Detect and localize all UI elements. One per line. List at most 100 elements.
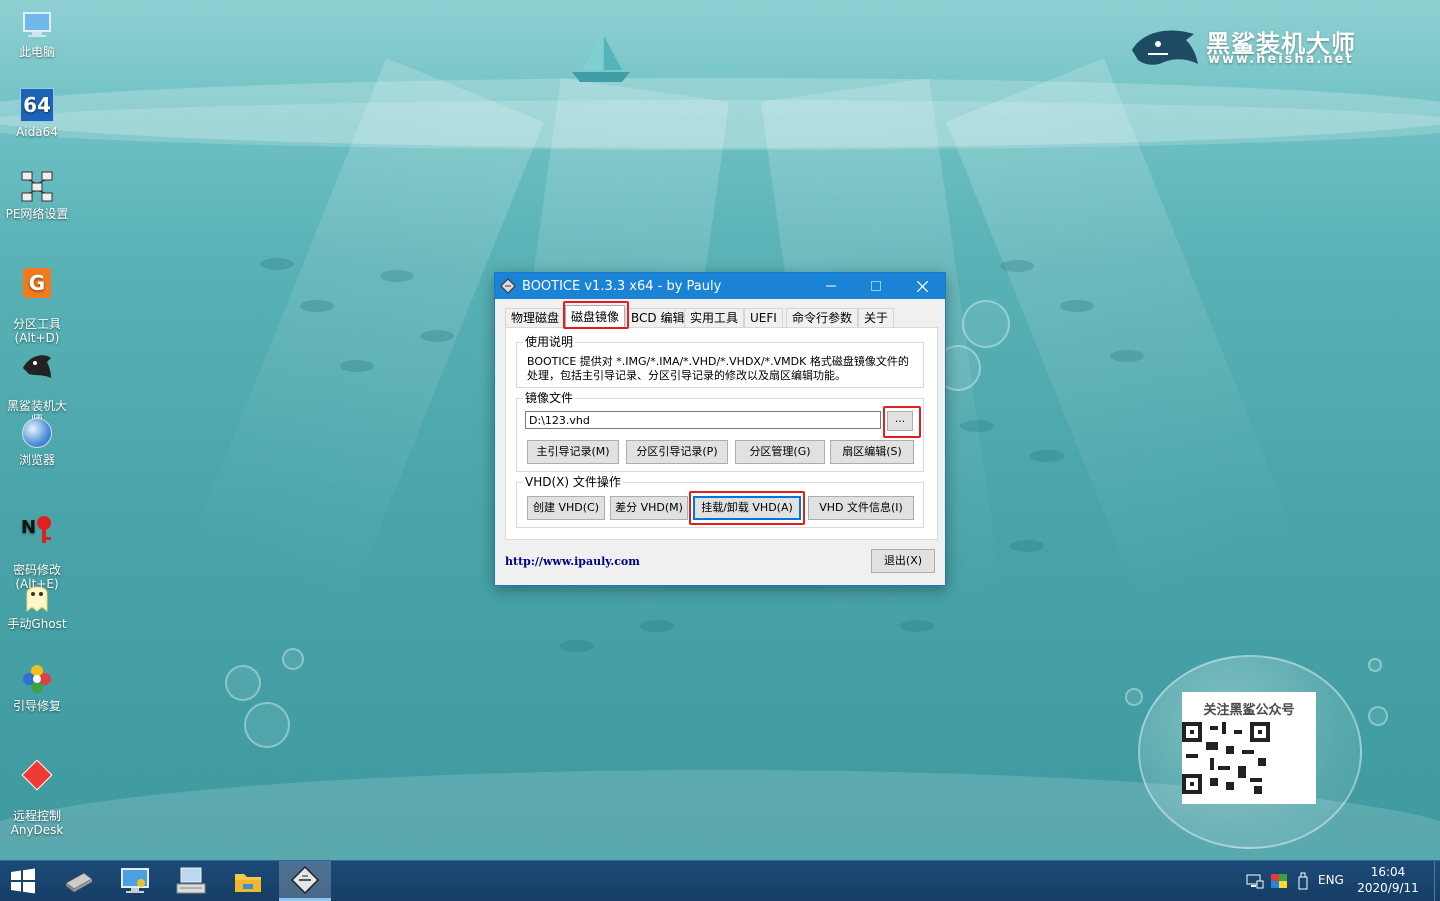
folder-icon [235, 874, 261, 892]
maximize-button[interactable] [853, 273, 899, 299]
bootice-taskbar-icon [290, 865, 320, 894]
minimize-icon [826, 285, 836, 287]
usage-description: BOOTICE 提供对 *.IMG/*.IMA/*.VHD/*.VHDX/*.V… [527, 355, 909, 382]
close-button[interactable] [899, 273, 945, 299]
fish-decoration [380, 270, 414, 282]
bubble-decoration [225, 665, 261, 701]
usb-drive-tray-icon[interactable] [1294, 872, 1312, 890]
browser-icon [20, 416, 54, 450]
fish-decoration [300, 300, 334, 312]
tab-bcd-edit[interactable]: BCD 编辑 [625, 308, 691, 328]
mount-highlight-box [689, 491, 805, 525]
taskbar-explorer-app[interactable] [222, 861, 274, 901]
bootice-window[interactable]: BOOTICE v1.3.3 x64 - by Pauly 物理磁盘 磁盘镜像 … [494, 272, 946, 586]
fish-decoration [560, 640, 594, 652]
bubble-decoration [962, 300, 1010, 348]
disk-image-panel: 使用说明 BOOTICE 提供对 *.IMG/*.IMA/*.VHD/*.VHD… [505, 327, 938, 540]
desktop-icon-boot-repair[interactable]: 引导修复 [2, 662, 72, 713]
clock[interactable]: 16:04 2020/9/11 [1356, 864, 1420, 896]
taskbar-keyboard-app[interactable] [165, 861, 217, 901]
boot-repair-icon [20, 662, 54, 696]
color-tray-icon[interactable] [1270, 872, 1288, 890]
create-vhd-button[interactable]: 创建 VHD(C) [527, 496, 605, 520]
bubble-decoration [244, 702, 290, 748]
image-file-group-title: 镜像文件 [523, 391, 576, 405]
tab-disk-image[interactable]: 磁盘镜像 [565, 305, 626, 328]
window-title: BOOTICE v1.3.3 x64 - by Pauly [522, 278, 722, 294]
bubble-decoration [282, 648, 304, 670]
ipauly-link[interactable]: http://www.ipauly.com [505, 555, 640, 568]
clock-date: 2020/9/11 [1357, 881, 1419, 895]
taskbar-drive-app[interactable] [52, 861, 104, 901]
fish-decoration [1010, 540, 1044, 552]
fish-decoration [1060, 300, 1094, 312]
desktop-icon-label: 远程控制 AnyDesk [10, 809, 64, 837]
desktop-icon-label: PE网络设置 [5, 207, 69, 221]
qr-title: 关注黑鲨公众号 [1203, 703, 1295, 718]
mbr-button[interactable]: 主引导记录(M) [527, 440, 619, 464]
clock-time: 16:04 [1370, 865, 1406, 879]
desktop-icon-label: 此电脑 [18, 45, 55, 59]
fish-decoration [260, 258, 294, 270]
fish-decoration [1110, 350, 1144, 362]
bubble-decoration [1368, 706, 1388, 726]
fish-decoration [960, 420, 994, 432]
qr-code-icon [1182, 722, 1270, 794]
shark-logo-icon [1132, 30, 1198, 65]
close-icon [916, 280, 928, 292]
bubble-decoration [1125, 688, 1143, 706]
image-path-input[interactable] [525, 411, 881, 429]
system-settings-icon [121, 868, 149, 893]
tab-command-line[interactable]: 命令行参数 [786, 308, 859, 328]
maximize-icon [871, 281, 881, 291]
show-desktop-button[interactable] [1434, 861, 1440, 901]
language-indicator[interactable]: ENG [1318, 873, 1344, 887]
computer-icon [20, 8, 54, 42]
sailboat-icon [572, 32, 630, 82]
shark-icon [20, 348, 54, 382]
start-button[interactable] [0, 861, 46, 901]
network-tray-icon[interactable] [1246, 872, 1264, 890]
fish-decoration [420, 330, 454, 342]
fish-decoration [1000, 260, 1034, 272]
fish-decoration [900, 620, 934, 632]
fish-decoration [1030, 450, 1064, 462]
pbr-button[interactable]: 分区引导记录(P) [626, 440, 728, 464]
vhd-ops-group: VHD(X) 文件操作 创建 VHD(C) 差分 VHD(M) 挂载/卸载 VH… [516, 475, 924, 528]
image-file-group: 镜像文件 ... 主引导记录(M) 分区引导记录(P) 分区管理(G) 扇区编辑… [516, 391, 924, 472]
keyboard-monitor-icon [176, 867, 206, 894]
tab-about[interactable]: 关于 [858, 308, 895, 328]
partition-tool-icon: G [20, 266, 54, 300]
desktop-icon-ghost[interactable]: 手动Ghost [2, 580, 72, 631]
taskbar-system-app[interactable] [109, 861, 161, 901]
vhd-info-button[interactable]: VHD 文件信息(I) [808, 496, 914, 520]
sector-edit-button[interactable]: 扇区编辑(S) [830, 440, 914, 464]
title-bar[interactable]: BOOTICE v1.3.3 x64 - by Pauly [495, 273, 945, 299]
fish-decoration [340, 360, 374, 372]
exit-button[interactable]: 退出(X) [871, 549, 935, 573]
network-icon [20, 170, 54, 204]
desktop-icon-anydesk[interactable]: 远程控制 AnyDesk [2, 744, 72, 851]
qr-card: 关注黑鲨公众号 [1182, 692, 1316, 804]
desktop-icon-aida64[interactable]: 64 Aida64 [2, 88, 72, 139]
drive-icon [65, 872, 93, 892]
usage-group: 使用说明 BOOTICE 提供对 *.IMG/*.IMA/*.VHD/*.VHD… [516, 335, 924, 388]
tab-uefi[interactable]: UEFI [744, 308, 783, 328]
diff-vhd-button[interactable]: 差分 VHD(M) [610, 496, 688, 520]
taskbar-bootice-app[interactable] [279, 861, 331, 901]
desktop-icon-label: Aida64 [16, 125, 58, 139]
tab-utilities[interactable]: 实用工具 [684, 308, 745, 328]
partition-manage-button[interactable]: 分区管理(G) [735, 440, 825, 464]
vhd-ops-group-title: VHD(X) 文件操作 [523, 475, 623, 489]
svg-text:N: N [21, 517, 36, 538]
desktop-icon-pe-network[interactable]: PE网络设置 [2, 170, 72, 221]
ghost-icon [20, 580, 54, 614]
tab-physical-disk[interactable]: 物理磁盘 [505, 308, 566, 328]
minimize-button[interactable] [808, 273, 854, 299]
bootice-app-icon [500, 278, 516, 294]
logo-url: www.heisha.net [1208, 52, 1354, 67]
desktop-icon-this-pc[interactable]: 此电脑 [2, 8, 72, 59]
desktop-icon-label: 浏览器 [18, 453, 55, 467]
anydesk-icon [20, 758, 54, 792]
desktop-icon-browser[interactable]: 浏览器 [2, 416, 72, 467]
